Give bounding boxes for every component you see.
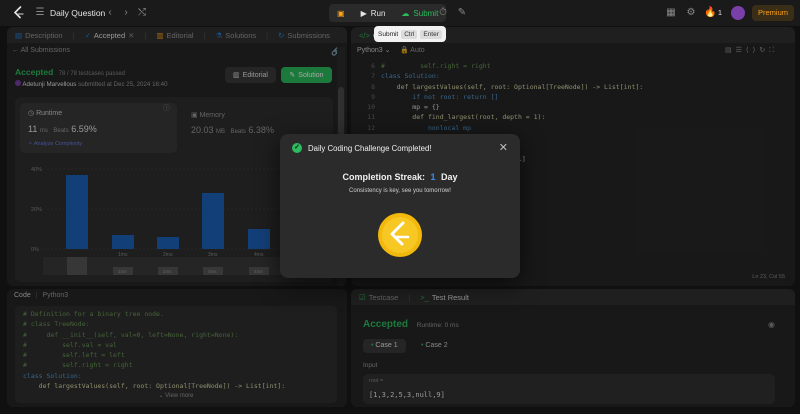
problem-list-icon[interactable]: ☰ <box>34 7 46 19</box>
chevron-right-icon[interactable]: › <box>120 7 132 19</box>
shuffle-icon[interactable]: ⤭ <box>136 7 148 19</box>
challenge-completed-modal: ✓ Daily Coding Challenge Completed! ✕ Co… <box>280 134 520 278</box>
play-icon: ▶ <box>360 8 367 18</box>
leetcode-logo-icon[interactable] <box>12 6 26 20</box>
chevron-left-icon[interactable]: ‹ <box>104 7 116 19</box>
streak-line: Completion Streak: 1 Day <box>342 172 458 182</box>
submit-shortcut-tooltip: Submit Ctrl Enter <box>374 26 446 42</box>
leetcode-coin-icon <box>378 213 422 257</box>
settings-gear-icon[interactable]: ⚙ <box>685 7 697 19</box>
premium-button[interactable]: Premium <box>752 5 794 21</box>
close-icon[interactable]: ✕ <box>499 141 508 154</box>
run-submit-group: ▣ ▶ Run ☁ Submit <box>329 4 447 22</box>
debug-button[interactable]: ▣ <box>329 4 353 22</box>
streak-count: 1 <box>717 8 723 17</box>
avatar[interactable] <box>731 6 745 20</box>
layout-icon[interactable]: ▦ <box>665 7 677 19</box>
cloud-upload-icon: ☁ <box>401 8 410 18</box>
timer-icon[interactable]: ⏱ <box>437 7 449 19</box>
modal-title: Daily Coding Challenge Completed! <box>308 144 432 153</box>
top-bar: ☰ Daily Question ‹ › ⤭ ▣ ▶ Run ☁ Submit … <box>0 0 800 26</box>
notes-icon[interactable]: ✎ <box>456 7 468 19</box>
run-button[interactable]: ▶ Run <box>353 4 394 22</box>
page-title[interactable]: Daily Question <box>50 8 105 18</box>
success-check-icon: ✓ <box>292 143 302 153</box>
streak-message: Consistency is key, see you tomorrow! <box>349 188 451 194</box>
